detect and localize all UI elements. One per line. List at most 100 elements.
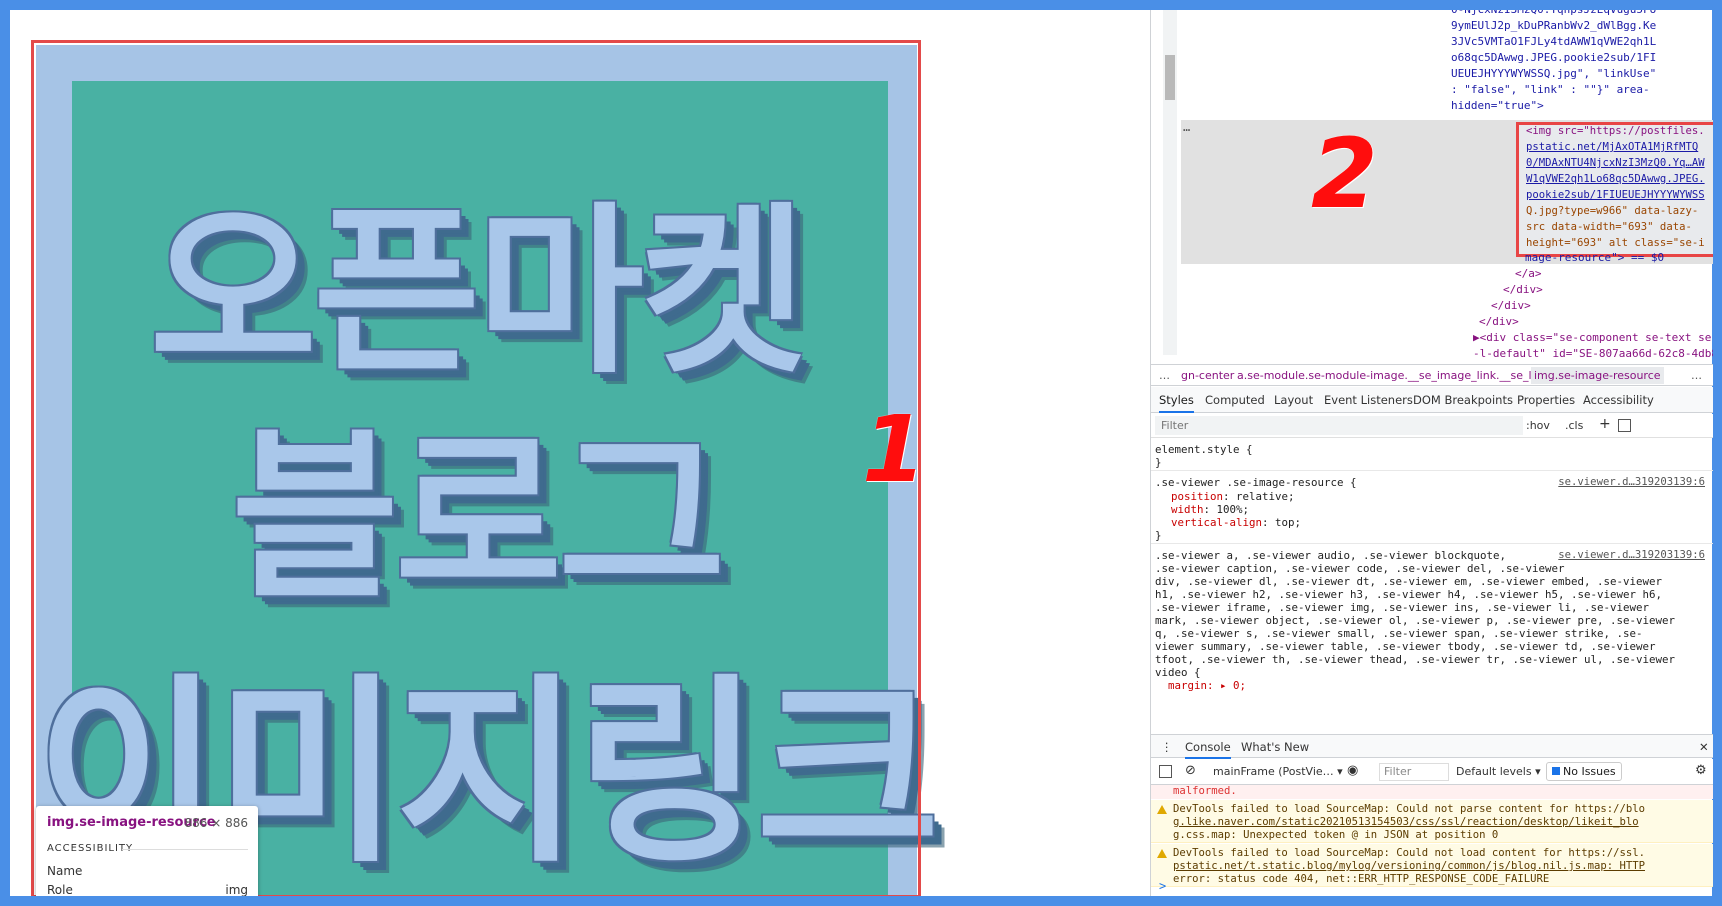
css-value[interactable]: relative; xyxy=(1236,490,1295,503)
rule-selector-line: div, .se-viewer dl, .se-viewer dt, .se-v… xyxy=(1155,575,1663,588)
rule-selector-line: tfoot, .se-viewer th, .se-viewer thead, … xyxy=(1155,653,1676,666)
issues-icon xyxy=(1552,767,1560,775)
close-drawer-icon[interactable]: ✕ xyxy=(1699,740,1709,754)
warning-line[interactable]: DevTools failed to load SourceMap: Could… xyxy=(1173,847,1645,860)
clear-console-icon[interactable]: ⊘ xyxy=(1185,763,1196,778)
inspect-tooltip: img.se-image-resource 886 × 886 ACCESSIB… xyxy=(36,806,258,896)
img-code-line[interactable]: pstatic.net/MjAxOTA1MjRfMTQ xyxy=(1526,140,1698,156)
tooltip-role-label: Role xyxy=(47,883,73,896)
console-settings-icon[interactable]: ⚙ xyxy=(1695,763,1707,778)
drawer-menu-icon[interactable]: ⋮ xyxy=(1161,740,1173,754)
rule-selector-line: video { xyxy=(1155,666,1201,679)
css-value[interactable]: 100%; xyxy=(1217,503,1250,516)
breadcrumb-item-current[interactable]: img.se-image-resource xyxy=(1531,367,1664,384)
warning-icon xyxy=(1157,805,1167,814)
rule-selector-line: mark, .se-viewer object, .se-viewer ol, … xyxy=(1155,614,1676,627)
img-code-line[interactable]: W1qVWE2qh1Lo68qc5DAwwg.JPEG. xyxy=(1526,172,1705,188)
rule-close: } xyxy=(1155,456,1162,469)
dom-line[interactable]: 3JVc5VMTaO1FJLy4tdAWW1qVWE2qh1L xyxy=(1451,34,1656,50)
tab-layout[interactable]: Layout xyxy=(1274,393,1313,407)
dom-line[interactable]: </div> xyxy=(1479,314,1519,330)
eye-icon[interactable]: ◉ xyxy=(1347,763,1358,778)
dom-line[interactable]: UEUEJHYYYWYWSSQ.jpg", "linkUse" xyxy=(1451,66,1656,82)
dom-line[interactable]: 0-NjcxNzI3MzQ0.YqhpsJzEqVugu5Fo xyxy=(1451,10,1656,18)
img-code-line: src data-width="693" data- xyxy=(1526,221,1692,233)
breadcrumb-item[interactable]: a.se-module.se-module-image.__se_image_l… xyxy=(1237,369,1548,382)
sidebar-toggle-icon[interactable] xyxy=(1159,765,1172,778)
breadcrumb-item[interactable]: gn-center xyxy=(1181,369,1234,382)
toggle-sidebar-icon[interactable] xyxy=(1618,419,1631,432)
dom-line[interactable]: </div> xyxy=(1503,282,1543,298)
context-selector[interactable]: mainFrame (PostVie… ▾ xyxy=(1213,765,1343,778)
css-prop-margin[interactable]: margin: ▸ 0; xyxy=(1155,679,1246,692)
css-rule-image-resource[interactable]: .se-viewer .se-image-resource { se.viewe… xyxy=(1151,472,1713,544)
tab-accessibility[interactable]: Accessibility xyxy=(1583,393,1654,407)
element-style-rule[interactable]: element.style { } xyxy=(1151,439,1713,471)
hov-button[interactable]: :hov xyxy=(1526,419,1550,432)
css-rule-reset[interactable]: se.viewer.d…319203139:6 .se-viewer a, .s… xyxy=(1151,545,1713,735)
styles-pane: element.style { } .se-viewer .se-image-r… xyxy=(1151,439,1713,739)
error-text: malformed. xyxy=(1173,785,1237,797)
dom-line[interactable]: </a> xyxy=(1515,266,1542,282)
tab-event-listeners[interactable]: Event Listeners xyxy=(1324,393,1413,407)
rule-source-link[interactable]: se.viewer.d…319203139:6 xyxy=(1558,549,1705,561)
error-message: malformed. xyxy=(1151,785,1713,799)
tab-computed[interactable]: Computed xyxy=(1205,393,1265,407)
annotation-marker-2: 2 xyxy=(1311,118,1378,230)
tab-whats-new[interactable]: What's New xyxy=(1241,740,1309,754)
breadcrumb-overflow[interactable]: … xyxy=(1691,369,1702,382)
warning-line[interactable]: g.css.map: Unexpected token @ in JSON at… xyxy=(1173,829,1498,842)
styles-filter-input[interactable] xyxy=(1155,416,1523,435)
css-value[interactable]: top; xyxy=(1275,516,1301,529)
tab-console[interactable]: Console xyxy=(1185,740,1231,759)
page-scrollbar[interactable] xyxy=(1163,10,1177,355)
screenshot-frame: 오픈마켓 블로그 이미지링크 1 img.se-image-resource 8… xyxy=(10,10,1713,896)
element-style-selector: element.style { xyxy=(1155,443,1253,456)
warning-line[interactable]: pstatic.net/t.static.blog/mylog/versioni… xyxy=(1173,860,1645,873)
node-actions-ellipsis[interactable]: … xyxy=(1183,120,1190,134)
warning-line[interactable]: DevTools failed to load SourceMap: Could… xyxy=(1173,803,1645,816)
tab-dom-breakpoints[interactable]: DOM Breakpoints xyxy=(1413,393,1513,407)
dom-line[interactable]: ▶<div class="se-component se-text se xyxy=(1473,330,1711,346)
issues-button[interactable]: No Issues xyxy=(1546,762,1622,781)
console-filter-input[interactable]: Filter xyxy=(1379,763,1449,781)
img-code-text: <img src="https://postfiles. xyxy=(1526,125,1705,137)
scrollbar-thumb[interactable] xyxy=(1165,55,1175,100)
css-prop[interactable]: position xyxy=(1171,490,1223,503)
rule-selector-line: .se-viewer iframe, .se-viewer img, .se-v… xyxy=(1155,601,1650,614)
css-prop[interactable]: vertical-align xyxy=(1171,516,1262,529)
log-levels-dropdown[interactable]: Default levels ▾ xyxy=(1456,765,1541,778)
dom-line[interactable]: 9ymEUlJ2p_kDuPRanbWv2_dWlBgg.Ke xyxy=(1451,18,1656,34)
warning-line[interactable]: error: status code 404, net::ERR_HTTP_RE… xyxy=(1173,873,1549,886)
tab-styles[interactable]: Styles xyxy=(1159,393,1194,413)
dom-line[interactable]: </div> xyxy=(1491,298,1531,314)
dom-breadcrumb: … gn-center a.se-module.se-module-image.… xyxy=(1151,364,1713,386)
img-code-line[interactable]: pookie2sub/1FIUEUEJHYYYWYWSS xyxy=(1526,188,1705,204)
rule-source-link[interactable]: se.viewer.d…319203139:6 xyxy=(1558,476,1705,488)
cls-button[interactable]: .cls xyxy=(1565,419,1583,432)
img-code-line[interactable]: 0/MDAxNTU4NjcxNzI3MzQ0.Yq…AW xyxy=(1526,156,1705,172)
styles-filter-bar: :hov .cls + xyxy=(1151,414,1713,438)
console-toolbar: ⊘ mainFrame (PostVie… ▾ ◉ Filter Default… xyxy=(1151,759,1713,785)
dom-line[interactable]: o68qc5DAwwg.JPEG.pookie2sub/1FI xyxy=(1451,50,1656,66)
css-prop[interactable]: width xyxy=(1171,503,1204,516)
dom-line[interactable]: -l-default" id="SE-807aa66d-62c8-4db8 xyxy=(1473,346,1713,362)
blog-page: 오픈마켓 블로그 이미지링크 1 img.se-image-resource 8… xyxy=(10,10,1150,896)
rule-close: } xyxy=(1155,529,1162,542)
dom-line[interactable]: hidden="true"> xyxy=(1451,98,1544,114)
tooltip-section-title: ACCESSIBILITY xyxy=(47,843,134,854)
dom-line[interactable]: mage-resource"> == $0 xyxy=(1525,250,1664,266)
issues-label: No Issues xyxy=(1563,765,1616,778)
dom-line[interactable]: : "false", "link" : ""}" area- xyxy=(1451,82,1650,98)
breadcrumb-ellipsis[interactable]: … xyxy=(1159,369,1170,382)
tab-properties[interactable]: Properties xyxy=(1517,393,1575,407)
rule-selector-line: viewer summary, .se-viewer table, .se-vi… xyxy=(1155,640,1656,653)
warning-line[interactable]: g.like.naver.com/static20210513154503/cs… xyxy=(1173,816,1639,829)
rule-selector-line: .se-viewer a, .se-viewer audio, .se-view… xyxy=(1155,549,1507,562)
rule-selector: .se-viewer .se-image-resource { xyxy=(1155,476,1357,489)
rule-selector-line: h1, .se-viewer h2, .se-viewer h3, .se-vi… xyxy=(1155,588,1663,601)
console-prompt[interactable]: > xyxy=(1159,879,1166,893)
tooltip-size: 886 × 886 xyxy=(184,816,249,830)
console-output: malformed. DevTools failed to load Sourc… xyxy=(1151,785,1713,896)
new-rule-button[interactable]: + xyxy=(1599,416,1611,432)
